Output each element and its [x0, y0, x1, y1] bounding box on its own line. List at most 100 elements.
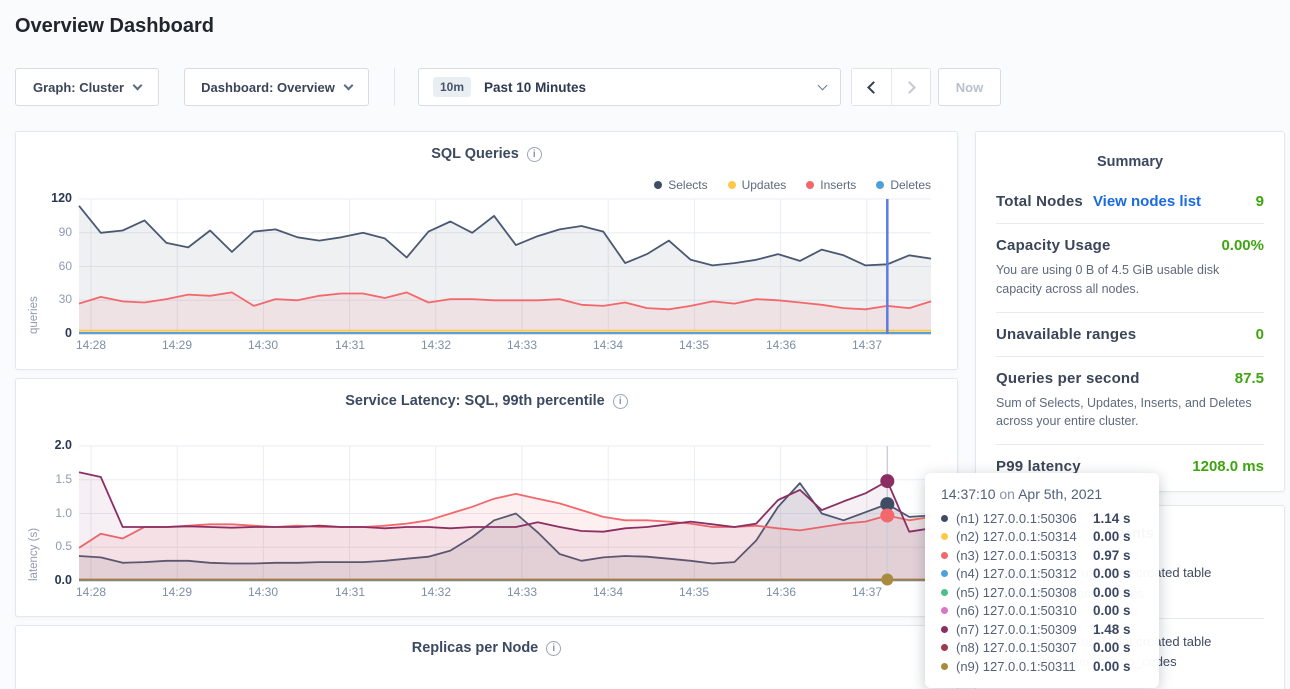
x-tick: 14:32 — [421, 338, 451, 352]
x-tick: 14:33 — [507, 585, 537, 599]
x-tick: 14:31 — [335, 338, 365, 352]
legend-item[interactable]: Deletes — [876, 178, 931, 192]
series-dot — [941, 626, 948, 633]
chevron-down-icon — [343, 80, 353, 90]
series-dot — [941, 644, 948, 651]
x-tick: 14:37 — [852, 585, 882, 599]
summary-row: Total NodesView nodes list9 — [996, 180, 1264, 224]
y-tick: 1.0 — [32, 506, 72, 520]
graph-dropdown-label: Graph: Cluster — [33, 80, 124, 95]
series-dot — [941, 663, 948, 670]
series-dot — [941, 552, 948, 559]
summary-row: Unavailable ranges0 — [996, 313, 1264, 357]
dashboard-dropdown[interactable]: Dashboard: Overview — [184, 68, 369, 106]
sql-queries-title: SQL Queries — [431, 146, 519, 162]
y-tick: 30 — [32, 292, 72, 306]
x-tick: 14:36 — [766, 338, 796, 352]
x-tick: 14:37 — [852, 338, 882, 352]
x-tick: 14:34 — [593, 585, 623, 599]
time-range-badge: 10m — [433, 77, 471, 97]
y-tick: 0 — [32, 326, 72, 340]
tooltip-rows: (n1) 127.0.0.1:503061.14 s(n2) 127.0.0.1… — [941, 509, 1143, 676]
series-dot — [941, 570, 948, 577]
legend-item[interactable]: Selects — [654, 178, 707, 192]
x-tick: 14:28 — [76, 585, 106, 599]
y-tick: 1.5 — [32, 472, 72, 486]
time-range-label: Past 10 Minutes — [484, 80, 586, 95]
now-button[interactable]: Now — [938, 68, 1001, 106]
summary-rows: Total NodesView nodes list9Capacity Usag… — [996, 180, 1264, 488]
tooltip-timestamp: 14:37:10 on Apr 5th, 2021 — [941, 486, 1143, 502]
x-tick: 14:36 — [766, 585, 796, 599]
x-tick: 14:29 — [162, 338, 192, 352]
x-tick: 14:35 — [679, 585, 709, 599]
tooltip-row: (n7) 127.0.0.1:503091.48 s — [941, 620, 1143, 639]
tooltip-row: (n6) 127.0.0.1:503100.00 s — [941, 602, 1143, 621]
tooltip-row: (n8) 127.0.0.1:503070.00 s — [941, 639, 1143, 658]
time-range-selector[interactable]: 10m Past 10 Minutes — [418, 68, 841, 106]
legend-dot — [654, 181, 662, 189]
x-tick: 14:31 — [335, 585, 365, 599]
replicas-per-node-panel: Replicas per Node i — [15, 625, 958, 689]
time-nav-group — [851, 68, 931, 106]
summary-row: Queries per second87.5Sum of Selects, Up… — [996, 357, 1264, 446]
prev-range-button[interactable] — [852, 69, 891, 105]
legend-item[interactable]: Updates — [728, 178, 787, 192]
info-icon[interactable]: i — [546, 641, 561, 656]
chevron-left-icon — [867, 81, 880, 94]
y-tick: 60 — [32, 259, 72, 273]
tooltip-row: (n9) 127.0.0.1:503110.00 s — [941, 657, 1143, 676]
series-dot — [941, 515, 948, 522]
legend-dot — [876, 181, 884, 189]
chevron-down-icon — [133, 80, 143, 90]
sql-queries-legend: Selects Updates Inserts Deletes — [654, 178, 931, 192]
y-tick: 120 — [32, 191, 72, 205]
service-latency-title: Service Latency: SQL, 99th percentile — [345, 393, 605, 409]
summary-value: 9 — [1256, 193, 1264, 210]
x-tick: 14:33 — [507, 338, 537, 352]
x-tick: 14:34 — [593, 338, 623, 352]
legend-item[interactable]: Inserts — [806, 178, 856, 192]
tooltip-row: (n2) 127.0.0.1:503140.00 s — [941, 528, 1143, 547]
sql-queries-plot[interactable] — [79, 199, 931, 334]
chevron-right-icon — [903, 81, 916, 94]
view-nodes-link[interactable]: View nodes list — [1093, 193, 1201, 210]
info-icon[interactable]: i — [527, 147, 542, 162]
graph-dropdown[interactable]: Graph: Cluster — [15, 68, 159, 106]
series-dot — [941, 607, 948, 614]
series-dot — [941, 589, 948, 596]
next-range-button[interactable] — [891, 69, 930, 105]
y-tick: 0.0 — [32, 573, 72, 587]
summary-value: 1208.0 ms — [1192, 458, 1264, 475]
series-dot — [941, 533, 948, 540]
tooltip-row: (n4) 127.0.0.1:503120.00 s — [941, 565, 1143, 584]
tooltip-row: (n5) 127.0.0.1:503080.00 s — [941, 583, 1143, 602]
sql-queries-panel: SQL Queries i Selects Updates Inserts Delet… — [15, 131, 958, 370]
y-tick: 90 — [32, 225, 72, 239]
dashboard-dropdown-label: Dashboard: Overview — [201, 80, 335, 95]
summary-row: Capacity Usage0.00%You are using 0 B of … — [996, 224, 1264, 313]
x-tick: 14:28 — [76, 338, 106, 352]
tooltip-row: (n1) 127.0.0.1:503061.14 s — [941, 509, 1143, 528]
summary-value: 0.00% — [1221, 237, 1264, 254]
x-tick: 14:30 — [248, 338, 278, 352]
y-tick: 0.5 — [32, 539, 72, 553]
x-tick: 14:30 — [248, 585, 278, 599]
replicas-per-node-title: Replicas per Node — [412, 640, 539, 656]
x-tick: 14:32 — [421, 585, 451, 599]
service-latency-panel: Service Latency: SQL, 99th percentile i … — [15, 378, 958, 617]
service-latency-plot[interactable] — [79, 446, 931, 581]
x-tick: 14:35 — [679, 338, 709, 352]
page-title: Overview Dashboard — [15, 15, 214, 38]
summary-panel: Summary Total NodesView nodes list9Capac… — [975, 131, 1285, 492]
chevron-down-icon — [818, 80, 828, 90]
legend-dot — [728, 181, 736, 189]
summary-value: 87.5 — [1235, 370, 1264, 387]
toolbar-divider — [394, 68, 395, 106]
summary-title: Summary — [996, 154, 1264, 170]
info-icon[interactable]: i — [613, 394, 628, 409]
x-tick: 14:29 — [162, 585, 192, 599]
chart-tooltip: 14:37:10 on Apr 5th, 2021 (n1) 127.0.0.1… — [925, 473, 1159, 688]
tooltip-row: (n3) 127.0.0.1:503130.97 s — [941, 546, 1143, 565]
summary-value: 0 — [1256, 326, 1264, 343]
